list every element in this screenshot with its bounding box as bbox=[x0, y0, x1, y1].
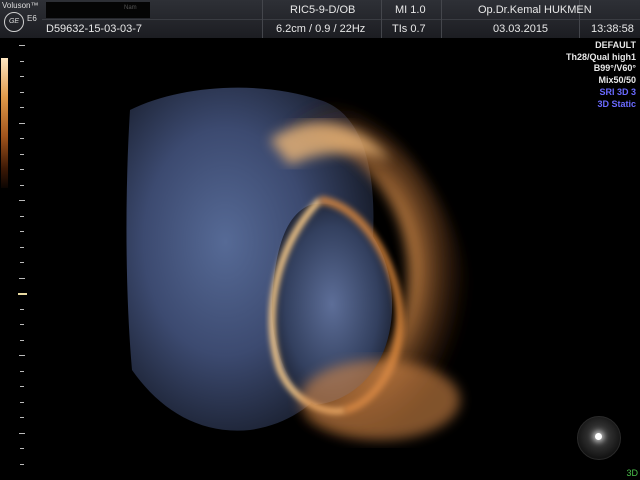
ruler-tick bbox=[19, 355, 25, 356]
ge-logo: GE bbox=[4, 12, 24, 32]
exam-time: 13:38:58 bbox=[591, 23, 634, 35]
ruler-tick bbox=[20, 184, 24, 186]
mode-badge: 3D bbox=[626, 468, 638, 478]
ruler-tick bbox=[20, 308, 24, 310]
mi-value: MI 1.0 bbox=[395, 4, 426, 16]
ruler-tick bbox=[20, 324, 24, 325]
ruler-tick bbox=[20, 169, 24, 170]
ruler-tick bbox=[20, 262, 24, 263]
header-separator bbox=[262, 0, 263, 38]
tis-value: TIs 0.7 bbox=[392, 23, 426, 35]
param-list: DEFAULT Th28/Qual high1 B99°/V60° Mix50/… bbox=[566, 40, 636, 110]
header-separator bbox=[381, 0, 382, 38]
ruler-tick bbox=[20, 138, 24, 139]
ruler-tick bbox=[20, 339, 24, 341]
param-line: DEFAULT bbox=[595, 40, 636, 50]
header-divider bbox=[42, 19, 640, 20]
ruler-tick bbox=[19, 122, 25, 124]
param-line: B99°/V60° bbox=[593, 63, 636, 74]
ruler-tick bbox=[20, 153, 24, 155]
header-separator bbox=[441, 0, 442, 38]
patient-id: D59632-15-03-03-7 bbox=[46, 23, 143, 35]
ultrasound-3d-render[interactable] bbox=[120, 70, 510, 460]
light-dot-icon bbox=[595, 433, 602, 440]
ruler-tick bbox=[20, 463, 24, 465]
ruler-tick bbox=[20, 370, 24, 372]
redacted-patient-name: Nam bbox=[46, 2, 150, 18]
param-line: 3D Static bbox=[597, 98, 636, 109]
ruler-tick bbox=[20, 386, 24, 387]
ruler-tick bbox=[20, 246, 24, 248]
ruler-tick bbox=[20, 60, 24, 62]
redacted-text: Nam bbox=[124, 5, 137, 11]
ruler-tick bbox=[20, 401, 24, 403]
ruler-tick bbox=[19, 277, 25, 279]
param-line: Mix50/50 bbox=[598, 75, 636, 86]
ruler-tick bbox=[20, 417, 24, 418]
ruler-tick bbox=[20, 107, 24, 108]
lower-tissue bbox=[300, 360, 460, 440]
brand-label: Voluson™ bbox=[2, 1, 39, 10]
param-line: SRI 3D 3 bbox=[599, 86, 636, 97]
ruler-tick bbox=[20, 215, 24, 217]
param-line: Th28/Qual high1 bbox=[565, 51, 636, 62]
depth-info: 6.2cm / 0.9 / 22Hz bbox=[276, 23, 366, 35]
probe-program[interactable]: RIC5-9-D/OB bbox=[290, 4, 355, 17]
ruler-tick bbox=[20, 231, 24, 232]
ruler-tick bbox=[20, 448, 24, 449]
ruler-tick bbox=[20, 76, 24, 77]
exam-date: 03.03.2015 bbox=[493, 23, 549, 35]
ruler-tick bbox=[19, 432, 25, 434]
focus-marker[interactable] bbox=[18, 293, 27, 295]
render-color-bar bbox=[1, 58, 8, 188]
header-bar: Voluson™ GE E6 Nam D59632-15-03-03-7 RIC… bbox=[0, 0, 640, 38]
ruler-tick bbox=[19, 200, 25, 201]
operator-name: Op.Dr.Kemal HUKMEN bbox=[478, 4, 592, 16]
ruler-tick bbox=[19, 45, 25, 46]
ruler-tick bbox=[20, 91, 24, 93]
model-label: E6 bbox=[27, 14, 37, 23]
light-source-button[interactable] bbox=[577, 416, 621, 460]
